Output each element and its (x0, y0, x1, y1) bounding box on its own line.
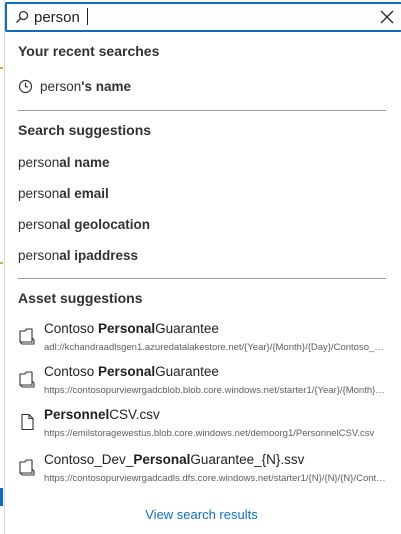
clear-search-icon[interactable] (378, 8, 396, 26)
asset-path: https://contosopurviewrgadcblob.blob.cor… (44, 385, 386, 396)
search-icon (16, 10, 29, 23)
asset-name-match: Personnel (44, 407, 110, 422)
asset-name-prefix: Contoso (44, 364, 99, 379)
asset-path: adl://kchandraadlsgen1.azuredatalakestor… (44, 342, 386, 353)
recent-search-match: person (40, 79, 82, 94)
divider (18, 110, 386, 111)
asset-name-suffix: Guarantee (155, 364, 219, 379)
asset-name-prefix: Contoso_Dev_ (44, 452, 134, 467)
suggestion-completion: al ipaddress (59, 248, 139, 263)
asset-suggestion-item[interactable]: Contoso_Dev_PersonalGuarantee_{N}.ssv ht… (18, 452, 388, 492)
suggestion-completion: al geolocation (59, 217, 151, 232)
suggestion-item[interactable]: personal ipaddress (18, 248, 378, 266)
file-icon (21, 413, 34, 431)
background-marker (0, 488, 3, 506)
asset-suggestion-item[interactable]: Contoso PersonalGuarantee adl://kchandra… (18, 321, 388, 361)
text-caret (87, 8, 88, 25)
asset-suggestion-item[interactable]: Contoso PersonalGuarantee https://contos… (18, 364, 388, 404)
suggestion-match: person (18, 155, 60, 170)
asset-name-prefix: Contoso (44, 321, 99, 336)
suggestion-match: person (18, 217, 60, 232)
suggestion-completion: al email (59, 186, 109, 201)
asset-name: Contoso PersonalGuarantee (44, 364, 219, 379)
search-dropdown-panel: Your recent searches person's name Searc… (4, 0, 401, 534)
suggestion-completion: al name (59, 155, 110, 170)
background-marker (0, 67, 3, 69)
divider (18, 278, 386, 279)
dataset-folder-icon (19, 459, 35, 476)
background-marker (0, 262, 3, 264)
asset-name: Contoso PersonalGuarantee (44, 321, 219, 336)
recent-search-text: person's name (40, 79, 131, 94)
asset-suggestion-item[interactable]: PersonnelCSV.csv https://emilstoragewest… (18, 407, 388, 447)
asset-name-suffix: Guarantee_{N}.ssv (190, 452, 305, 467)
recent-search-completion: 's name (81, 79, 132, 94)
search-input[interactable] (34, 7, 354, 27)
recent-searches-title: Your recent searches (18, 43, 160, 59)
view-search-results-link[interactable]: View search results (5, 507, 398, 522)
asset-suggestions-title: Asset suggestions (18, 290, 143, 306)
asset-name-match: Personal (133, 452, 191, 467)
asset-name: PersonnelCSV.csv (44, 407, 160, 422)
recent-search-item[interactable]: person's name (18, 79, 378, 97)
search-suggestions-title: Search suggestions (18, 122, 152, 138)
asset-path: https://emilstoragewestus.blob.core.wind… (44, 428, 375, 439)
asset-path: https://contosopurviewrgadcadls.dfs.core… (44, 473, 386, 484)
suggestion-item[interactable]: personal name (18, 155, 378, 173)
suggestion-match: person (18, 248, 60, 263)
dataset-folder-icon (19, 328, 35, 345)
asset-name-suffix: Guarantee (155, 321, 219, 336)
asset-name-match: Personal (98, 321, 156, 336)
asset-name-match: Personal (98, 364, 156, 379)
suggestion-item[interactable]: personal email (18, 186, 378, 204)
dataset-folder-icon (19, 371, 35, 388)
clock-icon (18, 79, 33, 94)
search-box[interactable] (5, 2, 401, 32)
suggestion-item[interactable]: personal geolocation (18, 217, 378, 235)
asset-name-suffix: CSV.csv (109, 407, 160, 422)
suggestion-match: person (18, 186, 60, 201)
asset-name: Contoso_Dev_PersonalGuarantee_{N}.ssv (44, 452, 304, 467)
